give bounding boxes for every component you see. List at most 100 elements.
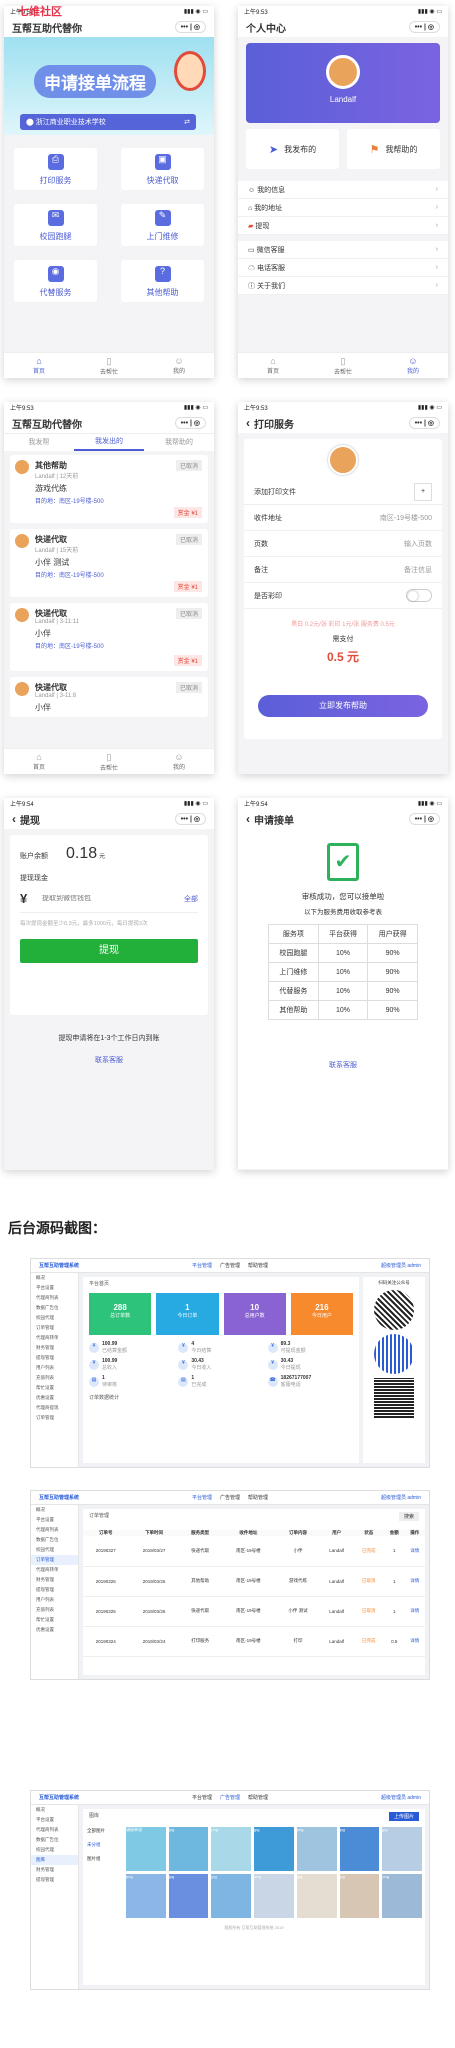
image-tile[interactable]: png bbox=[126, 1874, 166, 1918]
status-bar: 上午9:53 ▮▮▮ ◉ ▭ bbox=[238, 402, 448, 413]
menu-withdraw[interactable]: ▰ 提现 › bbox=[238, 217, 448, 235]
search-button[interactable]: 搜索 bbox=[398, 1512, 419, 1521]
image-tile[interactable]: jpg bbox=[254, 1827, 294, 1871]
remark-input[interactable]: 备注 备注信息 bbox=[244, 557, 442, 583]
add-print-file[interactable]: 添加打印文件 + bbox=[244, 479, 442, 505]
tab-help[interactable]: ▯ 去帮忙 bbox=[74, 749, 144, 774]
service-errand[interactable]: ✉ 校园跑腿 bbox=[14, 204, 97, 246]
upload-button[interactable]: 上传图片 bbox=[388, 1812, 419, 1821]
order-card[interactable]: 快递代取 Landalf | 3-11:11 小伴 目的地：南区-19号楼-500 … bbox=[10, 603, 208, 671]
status-bar: 上午9:54 ▮▮▮ ◉ ▭ bbox=[4, 798, 214, 809]
service-express[interactable]: ▣ 快递代取 bbox=[121, 148, 204, 190]
image-tile[interactable]: png bbox=[382, 1874, 422, 1918]
school-selector[interactable]: ⬤ 浙江商业职业技术学校 ⇄ bbox=[20, 114, 196, 130]
page-title: 互帮互助代替你 bbox=[12, 23, 82, 35]
amount-input[interactable] bbox=[42, 895, 184, 902]
image-tile[interactable]: jpg bbox=[339, 1874, 380, 1918]
address-field[interactable]: 收件地址 南区-19号楼-500 bbox=[244, 505, 442, 531]
swap-icon: ⇄ bbox=[184, 119, 190, 126]
admin-orders: 互帮互助管理系统 平台管理 广告管理 帮助管理 超级管理员 admin 概况 平台设置 代理… bbox=[30, 1490, 430, 1680]
image-tile[interactable]: png bbox=[296, 1827, 337, 1871]
tab-my-posted[interactable]: 我发出的 bbox=[74, 434, 144, 451]
chat-icon: ▭ bbox=[248, 246, 255, 254]
eye-icon: ◉ bbox=[47, 266, 64, 282]
avatar[interactable] bbox=[326, 55, 360, 89]
tab-mine[interactable]: ☺ 我的 bbox=[144, 749, 214, 774]
tab-bar: ⌂ 首页 ▯ 去帮忙 ☺ 我的 bbox=[4, 748, 214, 774]
tab-home[interactable]: ⌂ 首页 bbox=[238, 353, 308, 378]
tab-help[interactable]: ▯ 去帮忙 bbox=[308, 353, 378, 378]
admin-main: 图库 上传图片 全部图片 未分组 图片组 请接单流 jpg png jpg png j… bbox=[83, 1809, 425, 1985]
contact-service-link[interactable]: 联系客服 bbox=[4, 1055, 214, 1065]
withdraw-button[interactable]: 提现 bbox=[20, 939, 198, 963]
order-card[interactable]: 快递代取 Landalf | 15天前 小伴 测试 目的地：南区-19号楼-500 … bbox=[10, 529, 208, 597]
capsule-menu[interactable]: ••• | ◎ bbox=[408, 21, 440, 33]
avatar bbox=[15, 608, 29, 622]
back-icon[interactable]: ‹ bbox=[246, 812, 250, 826]
footer: 版权所有 互帮互助管理系统 2019 bbox=[224, 1925, 284, 1930]
nav-bar: ‹ 提现 ••• | ◎ bbox=[4, 809, 214, 829]
document-check-icon: ✔ bbox=[327, 843, 359, 881]
image-tile[interactable]: jpg bbox=[296, 1874, 337, 1918]
order-card[interactable]: 快递代取 Landalf | 3-11:8 小伴 已取消 bbox=[10, 677, 208, 717]
capsule-menu[interactable]: ••• | ◎ bbox=[174, 813, 206, 825]
admin-gallery: 互帮互助管理系统 平台管理 广告管理 帮助管理 超级管理员 admin 概况 平台设置 代理… bbox=[30, 1790, 430, 1990]
stat-card: 10 总用户数 bbox=[223, 1293, 286, 1335]
service-other[interactable]: ? 其他帮助 bbox=[121, 260, 204, 302]
back-icon[interactable]: ‹ bbox=[246, 416, 250, 430]
color-print-toggle[interactable] bbox=[406, 589, 432, 602]
tab-mine[interactable]: ☺ 我的 bbox=[378, 353, 448, 378]
menu-address[interactable]: ⌂ 我的地址 › bbox=[238, 199, 448, 217]
tab-home[interactable]: ⌂ 首页 bbox=[4, 353, 74, 378]
contact-service-link[interactable]: 联系客服 bbox=[238, 1060, 448, 1070]
service-print[interactable]: ⎙ 打印服务 bbox=[14, 148, 97, 190]
capsule-menu[interactable]: ••• | ◎ bbox=[174, 417, 206, 429]
nav-bar: 个人中心 ••• | ◎ bbox=[238, 17, 448, 37]
menu-about[interactable]: ⓘ 关于我们 › bbox=[238, 277, 448, 295]
money-icon: ¥ bbox=[267, 1342, 278, 1353]
doc-icon: ▤ bbox=[178, 1376, 189, 1387]
tab-my-helped[interactable]: 我帮助的 bbox=[144, 434, 214, 451]
service-repair[interactable]: ✎ 上门维修 bbox=[121, 204, 204, 246]
image-tile[interactable]: jpg bbox=[211, 1874, 252, 1918]
menu-phone-service[interactable]: ☁ 电话客服 › bbox=[238, 259, 448, 277]
capsule-menu[interactable]: ••• | ◎ bbox=[408, 813, 440, 825]
tab-help[interactable]: ▯ 去帮忙 bbox=[74, 353, 144, 378]
page-title: 提现 bbox=[20, 815, 40, 827]
watermark: 七维社区 bbox=[18, 6, 62, 18]
package-icon: ▣ bbox=[154, 154, 171, 170]
tab-mine[interactable]: ☺ 我的 bbox=[144, 353, 214, 378]
tab-home[interactable]: ⌂ 首页 bbox=[4, 749, 74, 774]
image-tile[interactable]: jpg bbox=[339, 1827, 380, 1871]
screen-profile: 上午9:53 ▮▮▮ ◉ ▭ 个人中心 ••• | ◎ Landalf ➤ 我发布的 … bbox=[238, 6, 448, 378]
success-message: 审核成功，您可以接单啦 bbox=[301, 892, 385, 901]
image-tile[interactable]: jpg bbox=[168, 1874, 209, 1918]
image-tile[interactable]: jpg bbox=[168, 1827, 209, 1871]
reward-badge: 赏金 ¥1 bbox=[173, 581, 202, 592]
profile-header: Landalf bbox=[246, 43, 440, 123]
back-icon[interactable]: ‹ bbox=[12, 812, 16, 826]
capsule-menu[interactable]: ••• | ◎ bbox=[174, 21, 206, 33]
withdraw-all-link[interactable]: 全部 bbox=[184, 894, 198, 904]
my-helped-button[interactable]: ⚑ 我帮助的 bbox=[347, 129, 440, 169]
submit-button[interactable]: 立即发布帮助 bbox=[258, 695, 428, 717]
my-posted-button[interactable]: ➤ 我发布的 bbox=[246, 129, 339, 169]
table-row: 20190327 2019/03/27 快递代取 南区-19号楼 小伴 Landalf 已完… bbox=[83, 1536, 425, 1566]
service-substitute[interactable]: ◉ 代替服务 bbox=[14, 260, 97, 302]
qr-code-icon bbox=[374, 1290, 414, 1330]
order-card[interactable]: 其他帮助 Landalf | 12天前 游戏代练 目的地：南区-19号楼-500 已… bbox=[10, 455, 208, 523]
stat-card: 288 总订单数 bbox=[89, 1293, 152, 1335]
menu-wechat-service[interactable]: ▭ 微信客服 › bbox=[238, 241, 448, 259]
tab-my-request[interactable]: 我发帮 bbox=[4, 434, 74, 451]
menu-my-info[interactable]: ☺ 我的信息 › bbox=[238, 181, 448, 199]
image-tile[interactable]: jpg bbox=[382, 1827, 422, 1871]
admin-sidebar: 概况 平台设置 代理商列表 数据广告位 校园代理 订单管理 代理商转单 财务管理 提现管理 用户列… bbox=[31, 1273, 79, 1467]
admin-header: 互帮互助管理系统 平台管理 广告管理 帮助管理 超级管理员 admin bbox=[31, 1259, 429, 1273]
capsule-menu[interactable]: ••• | ◎ bbox=[408, 417, 440, 429]
withdraw-rule: 每次提现金额至少0.3元，最多1000元，每日提现3次 bbox=[20, 921, 148, 927]
pages-input[interactable]: 页数 输入页数 bbox=[244, 531, 442, 557]
image-tile[interactable]: png bbox=[254, 1874, 294, 1918]
avatar bbox=[15, 534, 29, 548]
image-tile[interactable]: png bbox=[211, 1827, 252, 1871]
image-tile[interactable]: 请接单流 bbox=[126, 1827, 166, 1871]
